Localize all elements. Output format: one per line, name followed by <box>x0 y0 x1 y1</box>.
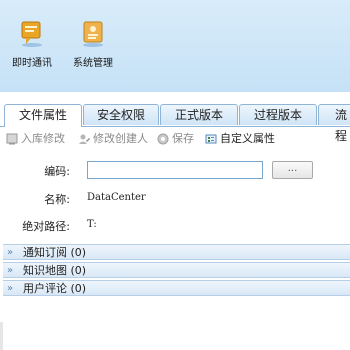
name-value: DataCenter <box>87 192 146 203</box>
system-admin-button[interactable]: 系统管理 <box>63 20 123 69</box>
panel-notification-subscription-label: 通知订阅 (0) <box>23 246 87 259</box>
code-input[interactable] <box>87 161 263 179</box>
save-label: 保存 <box>172 132 194 145</box>
name-label: 名称: <box>44 193 70 206</box>
tab-file-properties[interactable]: 文件属性 <box>4 104 82 127</box>
code-row: 编码: ... <box>0 161 350 183</box>
tab-security-permissions[interactable]: 安全权限 <box>83 104 159 125</box>
absolute-path-row: 绝对路径: T: <box>0 218 350 240</box>
tab-process-version[interactable]: 过程版本 <box>239 104 317 125</box>
panel-knowledge-map[interactable]: » 知识地图 (0) <box>3 262 350 278</box>
absolute-path-value: T: <box>87 219 97 230</box>
instant-messaging-label: 即时通讯 <box>12 58 52 69</box>
code-browse-button[interactable]: ... <box>272 161 313 179</box>
modify-creator-label: 修改创建人 <box>93 132 148 145</box>
checkin-modify-label: 入库修改 <box>21 132 65 145</box>
panel-knowledge-map-label: 知识地图 (0) <box>23 264 87 277</box>
panel-user-comments-label: 用户评论 (0) <box>23 282 87 295</box>
panel-user-comments[interactable]: » 用户评论 (0) <box>3 280 350 296</box>
user-edit-icon <box>78 133 90 145</box>
chat-icon <box>19 20 45 48</box>
expand-chevron-icon: » <box>7 265 14 276</box>
tab-workflow[interactable]: 流程 <box>318 104 350 143</box>
system-admin-label: 系统管理 <box>73 58 113 69</box>
instant-messaging-button[interactable]: 即时通讯 <box>2 20 62 69</box>
name-row: 名称: DataCenter <box>0 191 350 213</box>
panel-notification-subscription[interactable]: » 通知订阅 (0) <box>3 244 350 260</box>
checkin-modify-button[interactable]: 入库修改 <box>6 131 65 147</box>
left-edge-divider <box>0 322 3 350</box>
save-button[interactable]: 保存 <box>157 131 194 147</box>
custom-attributes-button[interactable]: 自定义属性 <box>205 131 275 147</box>
custom-attributes-label: 自定义属性 <box>220 132 275 145</box>
expand-chevron-icon: » <box>7 283 14 294</box>
custom-attributes-icon <box>205 133 217 145</box>
code-label: 编码: <box>44 165 70 178</box>
modify-creator-button[interactable]: 修改创建人 <box>78 131 148 147</box>
checkin-icon <box>6 133 18 145</box>
tab-official-version[interactable]: 正式版本 <box>160 104 238 125</box>
expand-chevron-icon: » <box>7 247 14 258</box>
tab-bar: 文件属性 安全权限 正式版本 过程版本 流程 <box>0 104 350 143</box>
system-admin-icon <box>80 20 106 48</box>
save-icon <box>157 133 169 145</box>
absolute-path-label: 绝对路径: <box>22 220 70 233</box>
action-toolbar: 入库修改 修改创建人 保存 自定义属性 <box>0 128 350 150</box>
top-toolbar: 即时通讯 系统管理 <box>0 0 350 92</box>
